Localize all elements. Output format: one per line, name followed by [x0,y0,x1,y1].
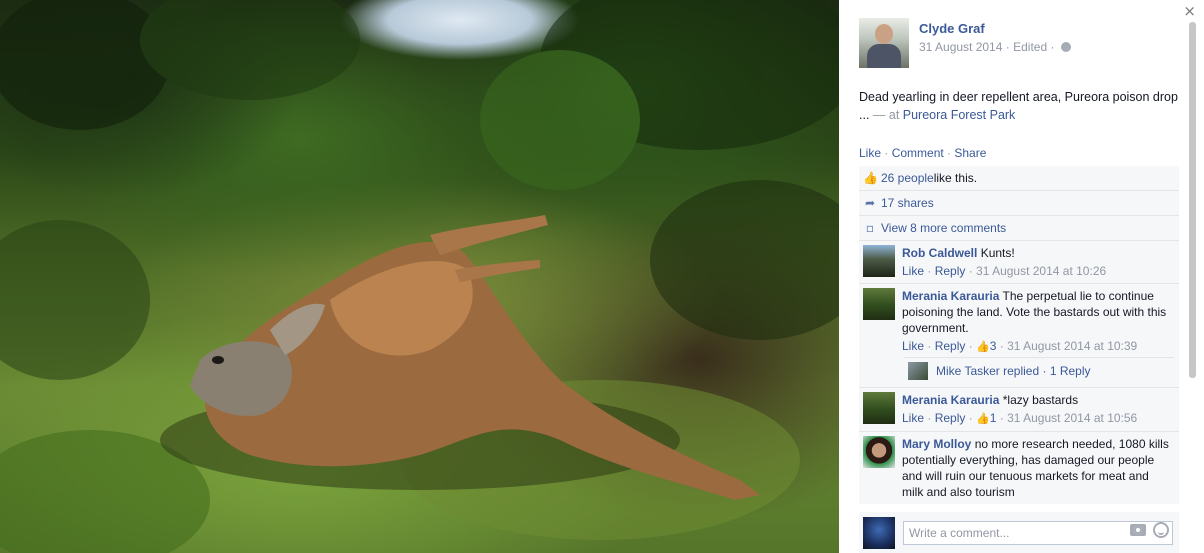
shares-row: ➦ 17 shares [859,191,1179,216]
commenter-name[interactable]: Mary Molloy [902,437,971,451]
likes-count-link[interactable]: 26 people [881,171,934,185]
comment-meta: Like · Reply · 👍3 · 31 August 2014 at 10… [902,339,1138,353]
comment-reply-button[interactable]: Reply [935,411,966,425]
comment-time[interactable]: 31 August 2014 at 10:26 [976,264,1106,278]
comment-reply-button[interactable]: Reply [935,339,966,353]
reply-summary[interactable]: Mike Tasker replied · 1 Reply [904,357,1174,383]
post-caption: Dead yearling in deer repellent area, Pu… [859,88,1179,124]
author-name[interactable]: Clyde Graf [919,21,1071,36]
replier-avatar [908,361,928,380]
commenter-name[interactable]: Merania Karauria [902,289,999,303]
post-timestamp: 31 August 2014 · Edited · [919,40,1071,54]
comment-time[interactable]: 31 August 2014 at 10:56 [1007,411,1137,425]
separator: · [881,146,892,160]
post-actions: Like · Comment · Share [859,146,986,160]
comment-meta: Like · Reply · 31 August 2014 at 10:26 [902,264,1107,278]
smiley-icon[interactable] [1153,522,1169,538]
camera-icon[interactable] [1130,524,1146,536]
author-avatar[interactable] [859,18,909,68]
comment-like-button[interactable]: Like [902,339,924,353]
shares-link[interactable]: 17 shares [881,196,934,210]
comment-item: Merania Karauria The perpetual lie to co… [859,284,1179,388]
likes-row: 👍 26 people like this. [859,166,1179,191]
post-author: Clyde Graf 31 August 2014 · Edited · [859,18,1071,68]
separator: · [943,146,955,160]
comment-likes-count[interactable]: 1 [990,411,997,425]
viewer-avatar [863,516,895,549]
commenter-avatar[interactable] [863,288,895,320]
post-sidebar: × Clyde Graf 31 August 2014 · Edited · D… [839,0,1204,553]
comment-item: Rob Caldwell Kunts! Like · Reply · 31 Au… [859,241,1179,284]
share-icon: ➦ [864,196,876,210]
commenter-avatar[interactable] [863,436,895,468]
comment-time[interactable]: 31 August 2014 at 10:39 [1007,339,1137,353]
commenter-name[interactable]: Rob Caldwell [902,246,977,260]
comment-button[interactable]: Comment [892,146,944,160]
feedback-panel: 👍 26 people like this. ➦ 17 shares ▫ Vie… [859,166,1179,504]
reply-count[interactable]: 1 Reply [1050,364,1091,378]
more-comments-row: ▫ View 8 more comments [859,216,1179,241]
scrollbar-thumb[interactable] [1189,22,1196,378]
place-link[interactable]: Pureora Forest Park [903,108,1016,122]
comment-text: *lazy bastards [1002,393,1079,407]
comment-like-button[interactable]: Like [902,411,924,425]
commenter-avatar[interactable] [863,245,895,277]
post-photo [0,0,839,553]
comment-icon: ▫ [865,221,875,235]
share-button[interactable]: Share [954,146,986,160]
commenter-avatar[interactable] [863,392,895,424]
globe-icon[interactable] [1060,42,1071,52]
like-button[interactable]: Like [859,146,881,160]
post-date[interactable]: 31 August 2014 [919,40,1002,54]
comment-likes-count[interactable]: 3 [990,339,997,353]
commenter-name[interactable]: Merania Karauria [902,393,999,407]
edited-label[interactable]: Edited [1013,40,1047,54]
thumbs-up-icon: 👍 [863,171,878,185]
thumbs-up-icon: 👍 [976,340,990,353]
likes-suffix: like this. [933,171,978,185]
comment-item: Mary Molloy no more research needed, 108… [859,432,1179,504]
photo-viewer[interactable] [0,0,839,553]
comment-text: Kunts! [980,246,1015,260]
thumbs-up-icon: 👍 [976,412,990,425]
view-more-comments-link[interactable]: View 8 more comments [881,221,1006,235]
comment-meta: Like · Reply · 👍1 · 31 August 2014 at 10… [902,411,1138,425]
replied-label[interactable]: Mike Tasker replied [936,364,1039,378]
caption-at: — at [869,108,903,122]
comment-like-button[interactable]: Like [902,264,924,278]
comment-reply-button[interactable]: Reply [935,264,966,278]
comment-item: Merania Karauria *lazy bastards Like · R… [859,388,1179,432]
comment-composer [859,512,1179,553]
